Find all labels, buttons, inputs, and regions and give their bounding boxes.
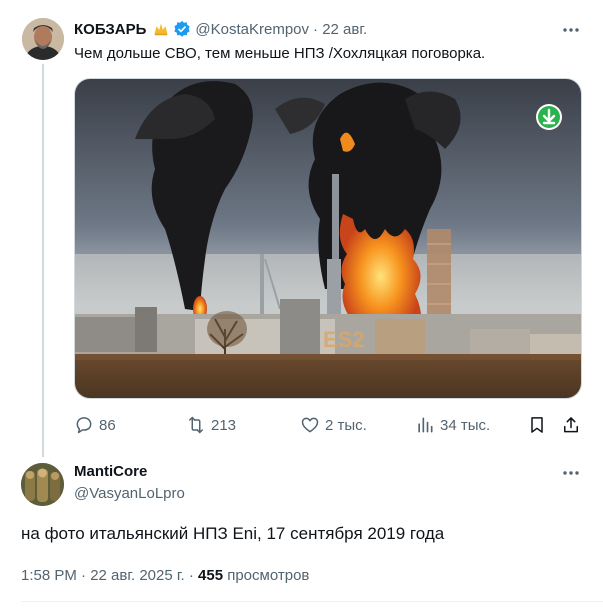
thread-connector-line [42, 64, 44, 457]
views-count: 34 тыс. [440, 416, 491, 434]
tweet-media-image[interactable]: ES2 [74, 78, 582, 399]
reply-author-name[interactable]: MantiCore [74, 462, 185, 482]
more-options-icon[interactable] [561, 20, 581, 40]
tweet-date[interactable]: · 22 авг. [313, 21, 367, 38]
heart-icon [301, 417, 319, 433]
tweet-text: Чем дольше СВО, тем меньше НПЗ /Хохляцка… [74, 45, 486, 62]
bookmark-button[interactable] [527, 412, 552, 438]
author-name[interactable]: КОБЗАРЬ [74, 21, 146, 38]
reply-text: на фото итальянский НПЗ Eni, 17 сентября… [21, 524, 445, 543]
tweet-action-bar: 86 213 2 тыс. 34 тыс. [74, 412, 584, 438]
share-icon [564, 417, 578, 433]
reply-author-handle[interactable]: @VasyanLoLpro [74, 484, 185, 504]
share-button[interactable] [561, 412, 586, 438]
repost-button[interactable]: 213 [186, 412, 236, 438]
download-button[interactable] [536, 104, 562, 130]
repost-icon [189, 416, 203, 434]
bookmark-icon [531, 417, 543, 433]
views-button[interactable]: 34 тыс. [415, 412, 490, 438]
reply-views-count: 455 [198, 567, 224, 584]
views-chart-icon [418, 417, 433, 433]
reply-timestamp[interactable]: 1:58 PM · 22 авг. 2025 г. · [21, 567, 194, 584]
reply-icon [76, 417, 92, 434]
reply-header: MantiCore @VasyanLoLpro [74, 462, 185, 504]
reply-views-label: просмотров [227, 567, 310, 584]
repost-count: 213 [211, 416, 237, 434]
reply-more-options-icon[interactable] [561, 463, 581, 483]
reply-author-avatar[interactable] [21, 463, 64, 506]
like-button[interactable]: 2 тыс. [300, 412, 367, 438]
gold-emblem-icon [155, 23, 168, 36]
media-overlay-text: ES2 [323, 327, 365, 352]
reply-count: 86 [99, 416, 116, 434]
author-handle[interactable]: @KostaKrempov [195, 21, 309, 38]
divider [21, 601, 603, 602]
tweet-header: КОБЗАРЬ @KostaKrempov · 22 авг. [74, 19, 367, 39]
like-count: 2 тыс. [325, 416, 367, 434]
reply-meta: 1:58 PM · 22 авг. 2025 г. · 455 просмотр… [21, 566, 309, 586]
reply-button[interactable]: 86 [74, 412, 116, 438]
verified-badge-icon [174, 20, 191, 37]
arrow-down-icon [538, 106, 560, 128]
author-avatar[interactable] [22, 18, 64, 60]
